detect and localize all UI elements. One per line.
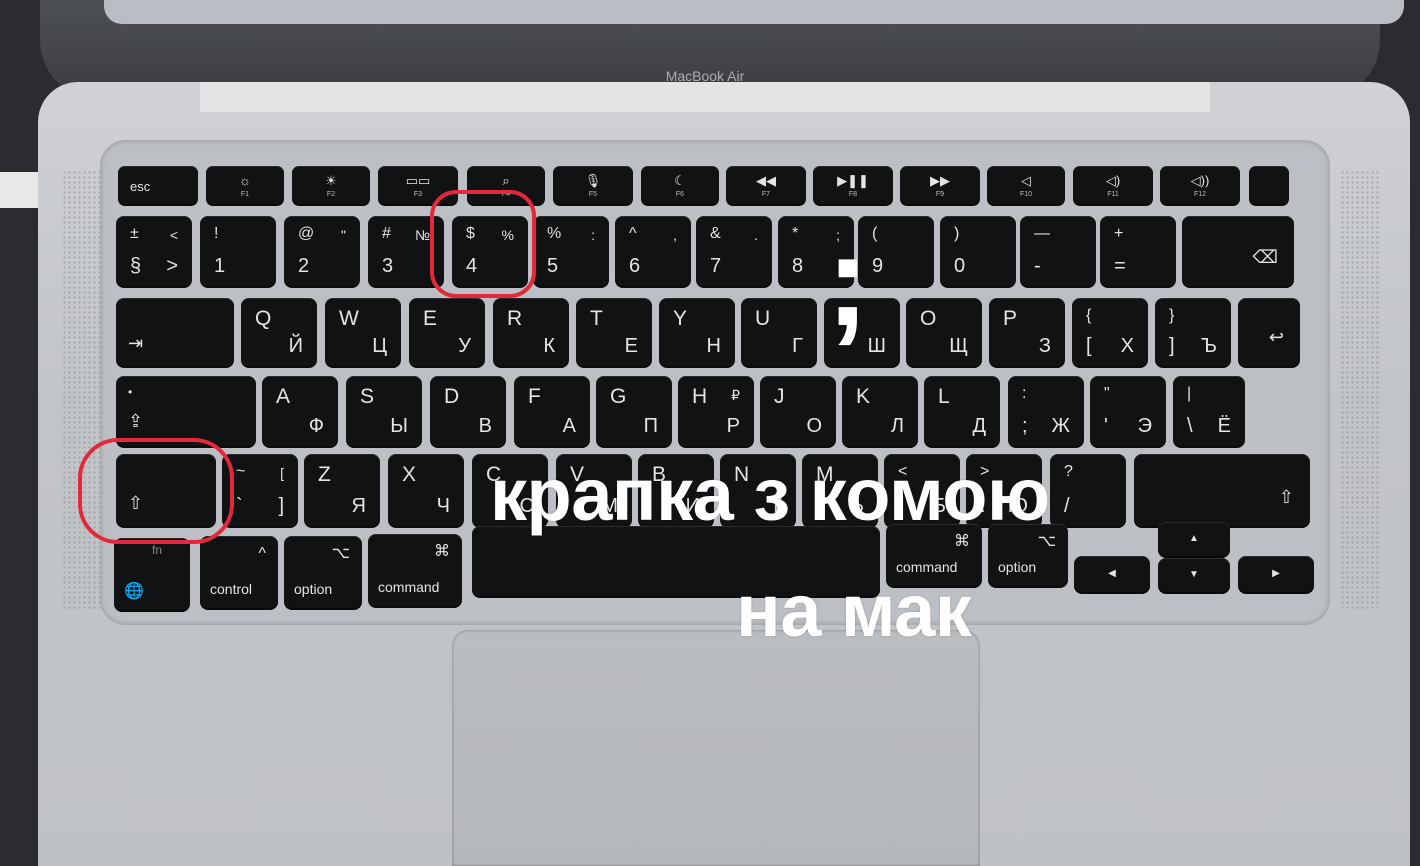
key-d[interactable]: DВ	[430, 376, 506, 446]
key-option[interactable]: ⌥ option	[284, 536, 362, 608]
key-control[interactable]: ^ control	[200, 536, 278, 608]
key-equal[interactable]: + =	[1100, 216, 1176, 286]
key-o[interactable]: OЩ	[906, 298, 982, 366]
highlight-circle-shift	[78, 438, 234, 544]
key-right[interactable]: ▶	[1238, 556, 1314, 592]
key-0[interactable]: ) 0	[940, 216, 1016, 286]
photo-scene: MacBook Air esc ☼ F1 ☀ F2 ▭▭ F3 ⌕ F4 🎙 F5 ☾ F6 ◀◀ F7 ▶❚…	[0, 0, 1420, 866]
headline-line-2: на мак	[736, 569, 972, 652]
key-h[interactable]: H ₽ Р	[678, 376, 754, 446]
key-7[interactable]: & 7.	[696, 216, 772, 286]
key-r[interactable]: RК	[493, 298, 569, 366]
key-semicolon[interactable]: :; Ж	[1008, 376, 1084, 446]
key-command[interactable]: ⌘ command	[368, 534, 462, 606]
key-5[interactable]: % 5:	[533, 216, 609, 286]
key-f1[interactable]: ☼ F1	[206, 166, 284, 204]
key-1[interactable]: ! 1	[200, 216, 276, 286]
speaker-grille-left	[62, 170, 102, 610]
key-k[interactable]: KЛ	[842, 376, 918, 446]
key-f5[interactable]: 🎙 F5	[553, 166, 633, 204]
key-s[interactable]: SЫ	[346, 376, 422, 446]
key-f12[interactable]: ◁)) F12	[1160, 166, 1240, 204]
key-lbrace[interactable]: {[Х	[1072, 298, 1148, 366]
key-f11[interactable]: ◁) F11	[1073, 166, 1153, 204]
key-f10[interactable]: ◁ F10	[987, 166, 1065, 204]
key-return[interactable]: ↩	[1238, 298, 1300, 366]
key-e[interactable]: EУ	[409, 298, 485, 366]
screen-edge	[104, 0, 1404, 24]
key-f6[interactable]: ☾ F6	[641, 166, 719, 204]
hinge	[200, 82, 1210, 112]
key-rbrace[interactable]: }] Ъ	[1155, 298, 1231, 366]
highlight-circle-key-4	[430, 190, 536, 298]
key-left[interactable]: ◀	[1074, 556, 1150, 592]
key-p[interactable]: PЗ	[989, 298, 1065, 366]
key-rshift[interactable]: ⇧	[1134, 454, 1310, 526]
headline-line-1: крапка з комою	[490, 453, 1050, 536]
key-j[interactable]: JО	[760, 376, 836, 446]
key-caps[interactable]: • ⇪	[116, 376, 256, 446]
key-w[interactable]: WЦ	[325, 298, 401, 366]
speaker-grille-right	[1340, 170, 1380, 610]
key-tab[interactable]: ⇥	[116, 298, 234, 366]
key-section[interactable]: ± § < >	[116, 216, 192, 286]
key-esc[interactable]: esc	[118, 166, 198, 204]
key-q[interactable]: QЙ	[241, 298, 317, 366]
key-f[interactable]: FА	[514, 376, 590, 446]
key-backslash[interactable]: | \ Ё	[1173, 376, 1245, 446]
key-f9[interactable]: ▶▶ F9	[900, 166, 980, 204]
key-f7[interactable]: ◀◀ F7	[726, 166, 806, 204]
key-touchid[interactable]	[1249, 166, 1289, 204]
key-z[interactable]: ZЯ	[304, 454, 380, 526]
key-g[interactable]: GП	[596, 376, 672, 446]
key-down[interactable]: ▼	[1158, 558, 1230, 592]
trackpad	[452, 630, 980, 866]
key-fn[interactable]: 🌐 fn	[114, 538, 190, 610]
key-2[interactable]: @2 "	[284, 216, 360, 286]
key-l[interactable]: LД	[924, 376, 1000, 446]
key-f8[interactable]: ▶❚❚ F8	[813, 166, 893, 204]
key-quote[interactable]: " ' Э	[1090, 376, 1166, 446]
semicolon-symbol: ;	[826, 207, 870, 353]
key-x[interactable]: XЧ	[388, 454, 464, 526]
key-t[interactable]: TЕ	[576, 298, 652, 366]
key-up[interactable]: ▲	[1158, 522, 1230, 556]
key-f2[interactable]: ☀ F2	[292, 166, 370, 204]
key-minus[interactable]: — -	[1020, 216, 1096, 286]
key-6[interactable]: ^ 6,	[615, 216, 691, 286]
key-9[interactable]: (9	[858, 216, 934, 286]
key-y[interactable]: YН	[659, 298, 735, 366]
key-a[interactable]: AФ	[262, 376, 338, 446]
key-delete[interactable]: ⌫	[1182, 216, 1294, 286]
key-slash[interactable]: ? /	[1050, 454, 1126, 526]
key-u[interactable]: UГ	[741, 298, 817, 366]
